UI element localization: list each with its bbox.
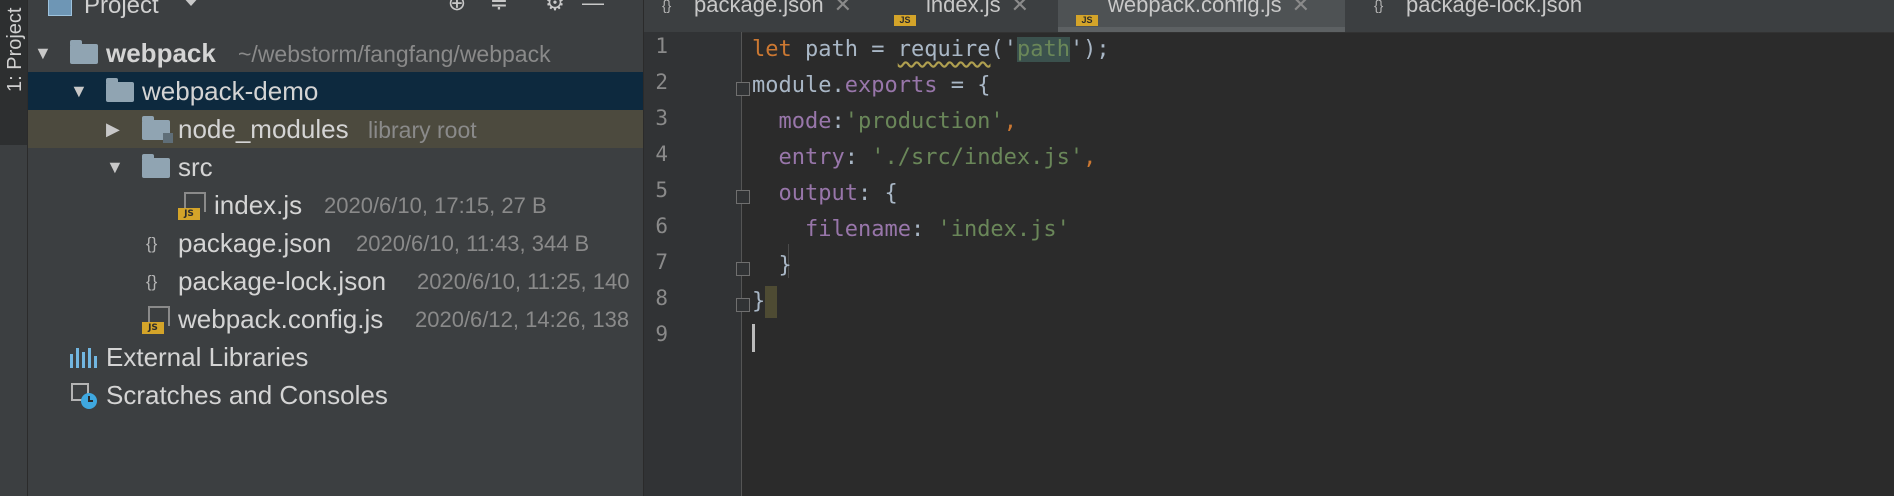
tree-item-label: package.json [178, 228, 332, 258]
scratches-icon [71, 383, 97, 409]
line-number: 9 [655, 322, 668, 346]
tree-item-scratches[interactable]: Scratches and Consoles [28, 376, 643, 414]
js-file-icon: JS [142, 306, 170, 334]
line-number: 1 [655, 34, 668, 58]
tree-item-meta: 2020/6/10, 11:25, 140 [417, 269, 630, 294]
tree-item-webpack-demo[interactable]: ▼ webpack-demo [28, 72, 643, 110]
code-line-9 [752, 320, 755, 356]
tree-item-label: package-lock.json [178, 266, 387, 296]
tab-label: index.js [926, 0, 1001, 17]
line-number: 7 [655, 250, 668, 274]
js-file-icon: JS [178, 192, 206, 220]
tree-item-package-lock-json[interactable]: {} package-lock.json 2020/6/10, 11:25, 1… [28, 262, 643, 300]
tab-label: package.json [694, 0, 824, 17]
library-folder-icon [142, 116, 173, 143]
tab-package-json[interactable]: {} package.json ✕ [662, 0, 852, 30]
tree-item-webpack-config-js[interactable]: JS webpack.config.js 2020/6/12, 14:26, 1… [28, 300, 643, 338]
json-file-icon: {} [146, 234, 158, 253]
tab-label: webpack.config.js [1108, 0, 1282, 17]
fold-marker-icon[interactable] [736, 298, 750, 312]
line-number: 2 [655, 70, 668, 94]
code-line-1: let path = require('path'); [752, 37, 1110, 62]
expand-arrow-icon[interactable]: ▼ [106, 148, 124, 186]
close-icon[interactable]: ✕ [1011, 0, 1029, 17]
tree-item-label: src [178, 152, 213, 182]
tree-item-path: ~/webstorm/fangfang/webpack [238, 41, 551, 67]
brace-match-highlight [765, 286, 778, 318]
collapse-arrow-icon[interactable]: ▶ [106, 110, 120, 148]
tree-item-package-json[interactable]: {} package.json 2020/6/10, 11:43, 344 B [28, 224, 643, 262]
expand-arrow-icon[interactable]: ▼ [70, 72, 88, 110]
folder-icon [106, 78, 134, 102]
chevron-down-icon[interactable] [182, 0, 200, 6]
js-file-icon: JS [894, 0, 916, 26]
folder-icon [70, 40, 98, 64]
project-view-selector[interactable]: Project [84, 0, 159, 20]
code-line-7: } [778, 253, 792, 278]
close-icon[interactable]: ✕ [834, 0, 852, 17]
line-number: 6 [655, 214, 668, 238]
tree-item-label: webpack-demo [142, 76, 319, 106]
code-line-2: module.exports = { [752, 73, 991, 98]
fold-marker-icon[interactable] [736, 190, 750, 204]
text-caret [752, 324, 755, 352]
js-file-icon: JS [1076, 0, 1098, 26]
json-file-icon: {} [662, 0, 672, 13]
line-number: 5 [655, 178, 668, 202]
project-tool-label: 1: Project [4, 7, 26, 92]
tree-item-meta: 2020/6/12, 14:26, 138 [415, 307, 630, 332]
code-line-3: mode:'production', [778, 109, 1017, 134]
folder-icon [142, 154, 170, 178]
expand-arrow-icon[interactable]: ▼ [34, 34, 52, 72]
code-line-5: output: { [778, 181, 898, 206]
project-tool-button[interactable]: 1: Project [0, 0, 27, 145]
fold-marker-icon[interactable] [736, 262, 750, 276]
gear-icon[interactable]: ⚙ [540, 0, 570, 16]
project-header: Project ⊕ ≑ ⚙ — [28, 0, 643, 22]
code-line-6: filename: 'index.js' [804, 217, 1070, 242]
tree-item-label: Scratches and Consoles [106, 380, 388, 410]
tree-item-index-js[interactable]: JS index.js 2020/6/10, 17:15, 27 B [28, 186, 643, 224]
tree-item-label: webpack [106, 38, 216, 68]
tab-webpack-config-js[interactable]: JS webpack.config.js ✕ [1058, 0, 1345, 30]
code-line-4: entry: './src/index.js', [778, 145, 1097, 170]
tool-window-strip: 1: Project [0, 0, 28, 496]
hide-panel-icon[interactable]: — [578, 0, 608, 16]
collapse-all-icon[interactable]: ≑ [484, 0, 514, 16]
line-number-gutter[interactable]: 1 2 3 4 5 6 7 8 9 [644, 32, 750, 496]
tree-item-label: External Libraries [106, 342, 309, 372]
tree-item-meta: 2020/6/10, 17:15, 27 B [324, 193, 547, 218]
tree-item-label: index.js [214, 190, 303, 220]
editor-area: {} package.json ✕ JS index.js ✕ JS webpack.co… [644, 0, 1894, 496]
line-number: 3 [655, 106, 668, 130]
line-number: 4 [655, 142, 668, 166]
tree-item-label: node_modules [178, 114, 349, 144]
tree-item-label: webpack.config.js [178, 304, 384, 334]
fold-marker-icon[interactable] [736, 82, 750, 96]
locate-file-icon[interactable]: ⊕ [442, 0, 472, 16]
locked-json-file-icon: {} [1374, 0, 1384, 13]
close-icon[interactable]: ✕ [1292, 0, 1310, 17]
project-panel: Project ⊕ ≑ ⚙ — ▼ webpack ~/webstorm/fan… [28, 0, 643, 496]
tab-package-lock-json[interactable]: {} package-lock.json [1374, 0, 1582, 30]
code-line-8: } [752, 284, 778, 320]
tree-item-node-modules[interactable]: ▶ node_modules library root [28, 110, 643, 148]
tree-item-external-libraries[interactable]: External Libraries [28, 338, 643, 376]
editor-tabs: {} package.json ✕ JS index.js ✕ JS webpack.co… [644, 0, 1894, 33]
tree-item-src[interactable]: ▼ src [28, 148, 643, 186]
libraries-icon [70, 348, 98, 368]
line-number: 8 [655, 286, 668, 310]
tree-item-tag: library root [368, 117, 477, 143]
tree-item-webpack[interactable]: ▼ webpack ~/webstorm/fangfang/webpack [28, 34, 643, 72]
project-view-icon [48, 0, 72, 16]
tab-label: package-lock.json [1406, 0, 1583, 17]
locked-json-file-icon: {} [146, 272, 158, 291]
tree-item-meta: 2020/6/10, 11:43, 344 B [356, 231, 590, 256]
tab-index-js[interactable]: JS index.js ✕ [894, 0, 1029, 30]
code-editor[interactable]: let path = require('path'); module.expor… [752, 32, 1892, 496]
